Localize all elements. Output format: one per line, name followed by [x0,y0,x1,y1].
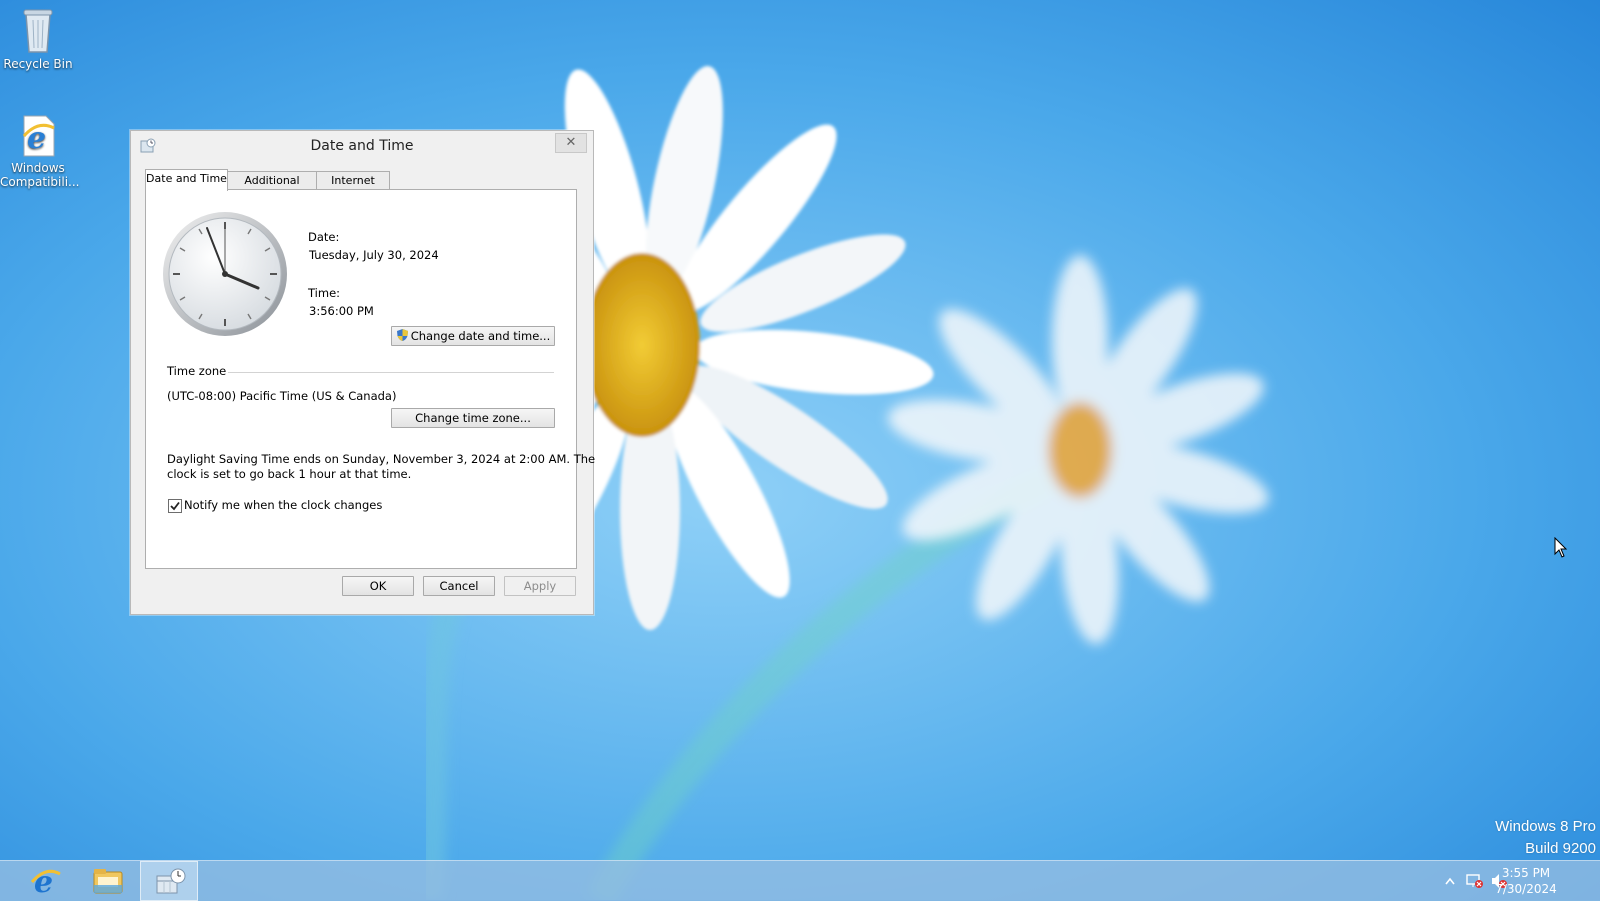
taskbar-clock[interactable]: 3:55 PM 7/30/2024 [1486,865,1566,897]
clock-time: 3:55 PM [1501,866,1551,880]
file-explorer-icon [93,869,123,894]
tab-additional-clocks[interactable]: Additional Clocks [227,171,317,204]
close-icon: ✕ [565,135,577,150]
ok-label: OK [369,579,387,593]
date-value: Tuesday, July 30, 2024 [309,248,439,262]
cancel-button[interactable]: Cancel [423,576,495,596]
watermark-edition: Windows 8 Pro [1495,818,1596,835]
network-error-icon[interactable] [1466,873,1484,889]
desktop: Recycle Bin e Windows Compatibili... Dat… [0,0,1600,901]
date-label: Date: [308,230,340,244]
dialog-title: Date and Time [310,138,414,154]
tab-date-and-time[interactable]: Date and Time [145,169,228,191]
time-zone-heading: Time zone [167,364,227,378]
ok-button[interactable]: OK [342,576,414,596]
clock-date: 7/30/2024 [1495,882,1557,896]
tab-internet-time[interactable]: Internet Time [316,171,390,204]
internet-explorer-icon: e [30,866,61,896]
uac-shield-icon [396,329,408,341]
close-button[interactable]: ✕ [555,133,587,153]
date-and-time-dialog: Date and Time ✕ Date and Time Additional… [130,130,595,615]
title-bar[interactable]: Date and Time ✕ [131,131,593,161]
windows-build-watermark: Windows 8 Pro Build 9200 [1495,816,1596,860]
change-date-and-time-label: Change date and time... [410,329,551,343]
internet-explorer-document-icon: e [22,115,55,157]
taskbar-file-explorer[interactable] [78,861,136,901]
dst-notice-line-1: Daylight Saving Time ends on Sunday, Nov… [167,452,596,466]
recycle-bin-shortcut[interactable]: Recycle Bin [0,6,76,71]
apply-button[interactable]: Apply [504,576,576,596]
taskbar-control-panel[interactable] [140,861,198,901]
time-zone-value: (UTC-08:00) Pacific Time (US & Canada) [167,389,397,403]
cancel-label: Cancel [439,579,479,593]
time-zone-divider [228,372,554,373]
windows-compatibility-shortcut[interactable]: e Windows Compatibili... [0,114,80,189]
taskbar-internet-explorer[interactable]: e [16,861,74,901]
change-time-zone-button[interactable]: Change time zone... [391,408,555,428]
mouse-cursor-icon [1554,537,1568,558]
time-value: 3:56:00 PM [309,304,374,318]
analog-clock [163,212,287,336]
recycle-bin-label: Recycle Bin [3,57,73,71]
windows-compatibility-label: Windows Compatibili... [0,161,80,189]
date-and-time-tab-panel: Date: Tuesday, July 30, 2024 Time: 3:56:… [145,189,595,569]
checkmark-icon [170,501,180,511]
watermark-build: Build 9200 [1525,840,1596,857]
dst-notice-line-2: clock is set to go back 1 hour at that t… [167,467,412,481]
apply-label: Apply [523,579,557,593]
recycle-bin-icon [23,9,53,53]
notify-checkbox[interactable] [168,499,182,513]
change-time-zone-label: Change time zone... [415,411,531,425]
change-date-and-time-button[interactable]: Change date and time... [391,326,555,346]
control-panel-icon [156,868,186,894]
taskbar: e 3:55 PM 7/30/2024 [0,860,1600,901]
time-label: Time: [308,286,341,300]
show-hidden-icons-icon[interactable] [1445,877,1455,885]
notify-label[interactable]: Notify me when the clock changes [184,498,382,512]
